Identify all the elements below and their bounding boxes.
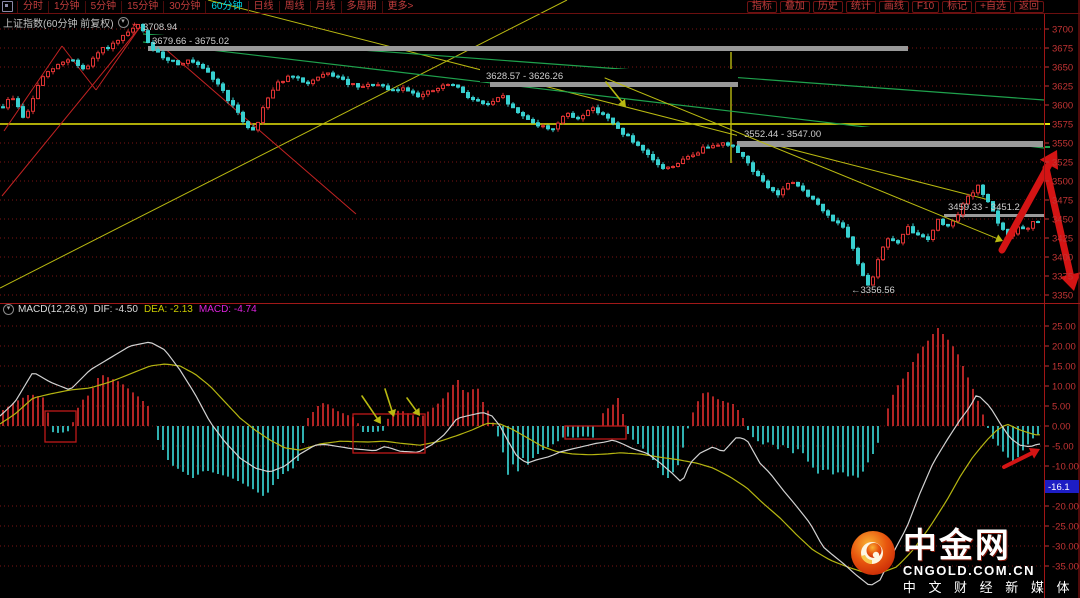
brand-name: 中金网: [902, 527, 1011, 565]
cngold-logo-icon: [850, 531, 895, 575]
price-and-macd-chart[interactable]: 3679.66 - 3675.02 3628.57 - 3626.26 3552.4…: [0, 0, 1080, 598]
tool-button-4[interactable]: 画线: [878, 0, 909, 13]
svg-text:*: *: [132, 20, 137, 34]
svg-text:3425: 3425: [1052, 234, 1073, 245]
svg-text:-16.1: -16.1: [1048, 482, 1070, 493]
macd-histogram: [2, 328, 1039, 496]
app-icon[interactable]: [2, 1, 13, 12]
brand-tagline: 中 文 财 经 新 媒 体: [902, 580, 1074, 595]
chart-annotations: 3679.66 - 3675.02 3628.57 - 3626.26 3552.4…: [132, 20, 1020, 296]
period-tab-4[interactable]: 30分钟: [163, 0, 205, 13]
macd-indicator-name[interactable]: MACD(12,26,9): [18, 304, 87, 315]
support-zones: [148, 35, 1045, 217]
tool-buttons: 指标 叠加 历史 统计 画线 F10 标记 +自选 返回: [744, 0, 1080, 13]
period-tab-9[interactable]: 多周期: [340, 0, 382, 13]
period-tab-10[interactable]: 更多>: [381, 0, 419, 13]
svg-text:3350: 3350: [1052, 291, 1073, 302]
tool-button-3[interactable]: 统计: [845, 0, 876, 13]
svg-text:25.00: 25.00: [1052, 322, 1076, 333]
symbol-title: 上证指数(60分钟 前复权): [3, 19, 114, 30]
svg-text:←3356.56: ←3356.56: [851, 285, 895, 296]
period-tab-1[interactable]: 1分钟: [48, 0, 85, 13]
svg-text:-10.00: -10.00: [1052, 462, 1079, 473]
svg-text:3400: 3400: [1052, 253, 1073, 264]
period-tab-2[interactable]: 5分钟: [84, 0, 122, 13]
svg-text:3625: 3625: [1052, 82, 1073, 93]
tool-button-2[interactable]: 历史: [812, 0, 843, 13]
macd-dea-value: DEA: -2.13: [143, 304, 193, 315]
svg-text:3550: 3550: [1052, 139, 1073, 150]
tool-button-0[interactable]: 指标: [746, 0, 777, 13]
tool-button-8[interactable]: 返回: [1014, 0, 1044, 13]
symbol-dropdown-icon[interactable]: ▾: [117, 17, 129, 28]
tool-button-5[interactable]: F10: [911, 0, 940, 13]
cngold-watermark: 中金网 CNGOLD.COM.CN 中 文 财 经 新 媒 体: [849, 529, 1074, 596]
svg-text:10.00: 10.00: [1052, 382, 1076, 393]
macd-dif-value: DIF: -4.50: [93, 304, 138, 315]
svg-text:5.00: 5.00: [1052, 402, 1071, 413]
svg-text:20.00: 20.00: [1052, 342, 1076, 353]
candlesticks: [1, 23, 1040, 286]
svg-text:3525: 3525: [1052, 158, 1073, 169]
top-toolbar: 分时 1分钟 5分钟 15分钟 30分钟 60分钟 日线 周线 月线 多周期 更多> 指标 叠加 历史统…: [0, 0, 1080, 14]
svg-text:15.00: 15.00: [1052, 362, 1076, 373]
gridlines: [0, 28, 1044, 567]
price-axis: 3700 3675 3650 3625 3600 3575 3550 3525 3500 3475…: [0, 0, 1080, 598]
trading-app-window: 3679.66 - 3675.02 3628.57 - 3626.26 3552.4…: [0, 0, 1080, 598]
svg-text:3450: 3450: [1052, 215, 1073, 226]
period-tab-5[interactable]: 60分钟: [205, 0, 247, 13]
svg-text:3552.44 - 3547.00: 3552.44 - 3547.00: [744, 129, 821, 140]
period-tab-3[interactable]: 15分钟: [121, 0, 163, 13]
macd-settings-icon[interactable]: ▾: [3, 304, 14, 315]
symbol-row: 上证指数(60分钟 前复权) ▾: [3, 15, 129, 30]
macd-value-tag: -16.1: [1045, 480, 1079, 493]
svg-text:3650: 3650: [1052, 63, 1073, 74]
svg-text:3375: 3375: [1052, 272, 1073, 283]
svg-text:3600: 3600: [1052, 101, 1073, 112]
period-tab-8[interactable]: 月线: [309, 0, 341, 13]
svg-text:3679.66 - 3675.02: 3679.66 - 3675.02: [152, 36, 229, 47]
svg-text:3700: 3700: [1052, 25, 1073, 36]
period-tab-6[interactable]: 日线: [247, 0, 279, 13]
svg-text:3500: 3500: [1052, 177, 1073, 188]
tool-button-6[interactable]: 标记: [942, 0, 973, 13]
period-tab-0[interactable]: 分时: [17, 0, 48, 13]
macd-macd-value: MACD: -4.74: [198, 304, 257, 315]
svg-text:3475: 3475: [1052, 196, 1073, 207]
svg-text:3459.33 - 3451.2: 3459.33 - 3451.2: [948, 202, 1020, 213]
svg-text:3628.57 - 3626.26: 3628.57 - 3626.26: [486, 71, 563, 82]
period-tab-7[interactable]: 周线: [278, 0, 310, 13]
macd-header: ▾ MACD(12,26,9) DIF: -4.50 DEA: -2.13 MA…: [3, 304, 257, 315]
tool-button-7[interactable]: +自选: [975, 0, 1011, 13]
svg-text:3575: 3575: [1052, 120, 1073, 131]
svg-text:3708.94: 3708.94: [143, 22, 177, 33]
svg-text:0.00: 0.00: [1052, 422, 1071, 433]
period-tabs: 分时 1分钟 5分钟 15分钟 30分钟 60分钟 日线 周线 月线 多周期 更多>: [0, 0, 419, 13]
tool-button-1[interactable]: 叠加: [779, 0, 810, 13]
brand-domain: CNGOLD.COM.CN: [902, 563, 1035, 578]
svg-text:3675: 3675: [1052, 44, 1073, 55]
svg-text:-20.00: -20.00: [1052, 502, 1079, 513]
svg-text:-5.00: -5.00: [1052, 442, 1074, 453]
